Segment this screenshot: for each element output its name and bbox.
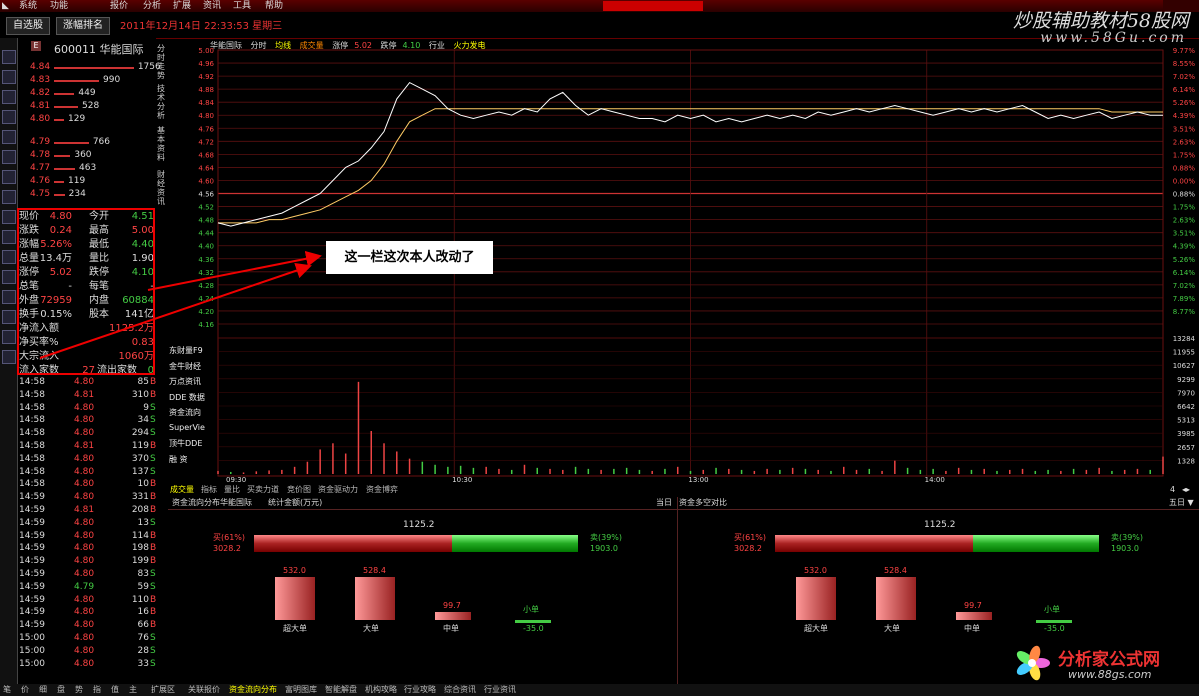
flow-unit: 统计金额(万元)	[268, 498, 323, 507]
annotation-arrows	[39, 250, 322, 359]
flow-category-bar	[515, 620, 551, 623]
flow-category-value: 532.0	[283, 566, 306, 575]
logo-text: 分析家公式网	[1058, 650, 1160, 670]
indicator-tab[interactable]: 买卖力道	[247, 484, 279, 496]
net-flow-value: 1125.2	[924, 520, 956, 530]
logo-url: www.88gs.com	[1068, 668, 1152, 681]
sell-ratio-label: 卖(39%)	[1111, 533, 1144, 542]
indicator-tab[interactable]: 资金博弈	[366, 484, 398, 496]
bottom-tab[interactable]: 行业资讯	[484, 684, 516, 696]
flow-category-bar	[796, 577, 836, 620]
flow-category-label: 小单	[1044, 605, 1060, 614]
tab-scroll-count: 4	[1170, 485, 1176, 494]
bottom-tab[interactable]: 主	[129, 684, 137, 696]
flow-bull-bear[interactable]: 资金多空对比	[679, 497, 727, 509]
flow-category-value: 99.7	[964, 600, 982, 610]
sell-amount: 1903.0	[1111, 544, 1139, 553]
buy-ratio-label: 买(61%)	[213, 533, 246, 542]
bottom-tab[interactable]: 笔	[3, 684, 11, 696]
flow-category-bar	[1036, 620, 1072, 623]
bottom-tab[interactable]: 价	[21, 684, 29, 696]
flow-tab-distribution[interactable]: 资金流向分布	[172, 497, 220, 509]
flow-category-value: 528.4	[363, 566, 386, 576]
flow-category-value: -35.0	[523, 624, 544, 633]
indicator-tab[interactable]: 竞价图	[287, 484, 311, 496]
indicator-tab[interactable]: 资金驱动力	[318, 484, 358, 496]
flow-five-day-select[interactable]: 五日 ▼	[1169, 497, 1194, 509]
fund-flow-header: 资金流向分布 华能国际 统计金额(万元) 当日 资金多空对比 五日 ▼	[168, 497, 1199, 510]
sell-portion-bar	[451, 535, 578, 552]
flow-category-bar	[956, 611, 992, 620]
bottom-tab[interactable]: 值	[111, 684, 119, 696]
bottom-tab[interactable]: 细	[39, 684, 47, 696]
indicator-tab[interactable]: 指标	[201, 484, 217, 496]
bottom-tab[interactable]: 智能解盘	[325, 684, 357, 696]
flow-category-bar	[275, 577, 315, 620]
bottom-tab[interactable]: 富明图库	[285, 684, 317, 696]
sell-ratio-label: 卖(39%)	[590, 533, 623, 542]
indicator-tab[interactable]: 量比	[224, 484, 240, 496]
bottom-tab[interactable]: 机构攻略	[365, 684, 397, 696]
flow-category-value: -35.0	[1044, 624, 1065, 633]
flow-stock-name: 华能国际	[220, 498, 252, 507]
flow-category-label: 大单	[884, 624, 900, 633]
net-flow-value: 1125.2	[403, 520, 435, 530]
bottom-tab[interactable]: 综合资讯	[444, 684, 476, 696]
bottom-tab[interactable]: 关联报价	[188, 684, 220, 696]
flow-category-bar	[355, 577, 395, 620]
bottom-tab[interactable]: 盘	[57, 684, 65, 696]
flow-category-bar	[435, 611, 471, 620]
buy-ratio-label: 买(61%)	[734, 533, 767, 542]
flow-today[interactable]: 当日	[656, 497, 672, 509]
buy-amount: 3028.2	[213, 544, 241, 553]
sell-amount: 1903.0	[590, 544, 618, 553]
flow-category-label: 超大单	[804, 624, 828, 633]
flow-category-bar	[876, 577, 916, 620]
tab-scroll-arrows[interactable]: ◂▸	[1182, 484, 1190, 496]
flow-category-value: 528.4	[884, 566, 907, 576]
buy-amount: 3028.2	[734, 544, 762, 553]
flow-category-label: 超大单	[283, 624, 307, 633]
flow-category-label: 大单	[363, 624, 379, 633]
flow-category-label: 中单	[964, 624, 980, 633]
bottom-tab[interactable]: 指	[93, 684, 101, 696]
bottom-tab[interactable]: 势	[75, 684, 83, 696]
bottom-tab[interactable]: 扩展区	[151, 684, 175, 696]
flow-panel-divider	[677, 497, 678, 684]
bottom-tab[interactable]: 资金流向分布	[229, 684, 277, 696]
sell-portion-bar	[972, 535, 1099, 552]
flow-category-label: 中单	[443, 624, 459, 633]
bottom-tab[interactable]: 行业攻略	[404, 684, 436, 696]
indicator-tab[interactable]: 成交量	[170, 484, 194, 496]
flow-category-value: 99.7	[443, 600, 461, 610]
annotation-note: 这一栏这次本人改动了	[326, 241, 493, 274]
flow-category-label: 小单	[523, 605, 539, 614]
flow-category-value: 532.0	[804, 566, 827, 575]
